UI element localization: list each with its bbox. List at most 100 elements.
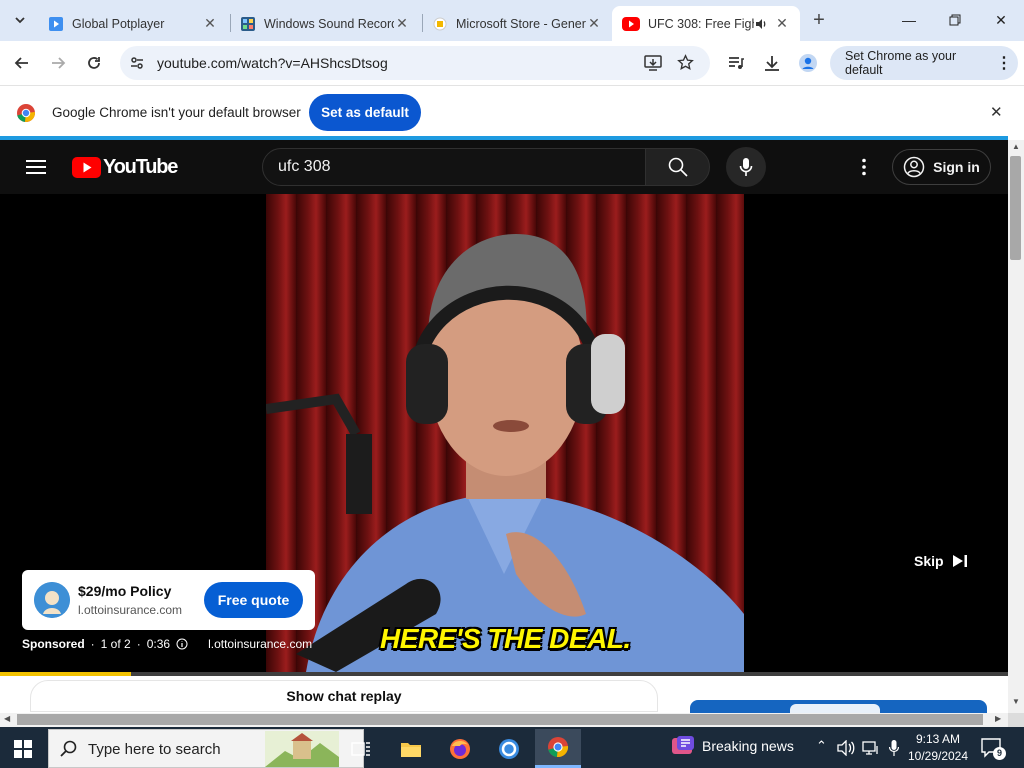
free-quote-button[interactable]: Free quote (204, 582, 303, 618)
more-options-icon[interactable] (861, 158, 867, 176)
news-icon (672, 736, 694, 754)
tab-title: Global Potplayer (72, 16, 165, 31)
chevron-down-icon (15, 17, 25, 24)
tab-search-button[interactable] (6, 6, 34, 34)
advertiser-link[interactable]: l.ottoinsurance.com (208, 637, 312, 651)
more-vert-icon[interactable]: ⋮ (996, 53, 1012, 73)
notification-center-button[interactable]: 9 (980, 736, 1006, 762)
chrome-logo-icon (17, 104, 35, 122)
close-window-button[interactable]: ✕ (978, 0, 1024, 40)
sign-in-label: Sign in (933, 159, 980, 175)
skip-ad-button[interactable]: Skip (914, 553, 968, 569)
address-bar[interactable]: youtube.com/watch?v=AHShcsDtsog (120, 46, 710, 80)
search-icon (668, 157, 688, 177)
site-settings-icon[interactable] (129, 55, 145, 71)
youtube-icon (622, 16, 640, 31)
microphone-in-use-icon[interactable] (889, 740, 899, 756)
tab-microsoft-store[interactable]: Microsoft Store - Generic ✕ (422, 6, 612, 41)
video-frame (266, 194, 744, 672)
task-view-icon (351, 741, 370, 756)
tab-global-potplayer[interactable]: Global Potplayer ✕ (38, 6, 228, 41)
profile-button[interactable] (794, 49, 822, 77)
tab-ufc-308[interactable]: UFC 308: Free Fight ✕ (612, 6, 800, 41)
close-tab-icon[interactable]: ✕ (394, 15, 410, 32)
menu-icon[interactable] (26, 159, 46, 175)
taskbar-search-box[interactable]: Type here to search (48, 729, 364, 768)
sidebar-ad-banner[interactable] (690, 700, 987, 714)
video-player-icon (49, 16, 63, 31)
tab-strip: Global Potplayer ✕ Windows Sound Recorde… (0, 0, 1024, 41)
scroll-right-arrow-icon[interactable]: ▶ (995, 714, 1001, 723)
news-label: Breaking news (702, 738, 794, 754)
back-arrow-icon (14, 57, 28, 69)
download-icon (765, 56, 779, 71)
youtube-logo-text: YouTube (103, 156, 178, 178)
downloads-button[interactable] (758, 49, 786, 77)
cortana-app-button[interactable] (486, 729, 532, 768)
scroll-down-arrow-icon[interactable]: ▼ (1012, 697, 1020, 706)
install-app-icon[interactable] (644, 55, 662, 71)
task-view-button[interactable] (338, 729, 384, 768)
back-button[interactable] (8, 49, 36, 77)
media-controls-button[interactable] (722, 49, 750, 77)
close-tab-icon[interactable]: ✕ (586, 15, 602, 32)
taskbar-clock[interactable]: 9:13 AM 10/29/2024 (905, 731, 971, 765)
voice-search-button[interactable] (726, 147, 766, 187)
video-caption: HERE'S THE DEAL. (380, 623, 631, 654)
notification-count: 9 (993, 747, 1006, 760)
tab-title: Microsoft Store - Generic (456, 16, 586, 31)
media-queue-icon (729, 57, 744, 69)
tab-windows-sound-recorder[interactable]: Windows Sound Recorder ✕ (230, 6, 420, 41)
ad-card[interactable]: $29/mo Policy l.ottoinsurance.com Free q… (22, 570, 315, 630)
scroll-left-arrow-icon[interactable]: ◀ (4, 714, 10, 723)
start-button[interactable] (0, 729, 46, 768)
search-highlight-illustration-icon (265, 731, 339, 767)
ad-position: 1 of 2 (100, 637, 131, 651)
youtube-logo[interactable]: YouTube (72, 156, 178, 179)
clock-time: 9:13 AM (915, 732, 961, 746)
restore-button[interactable] (932, 0, 978, 40)
sign-in-button[interactable]: Sign in (892, 149, 991, 185)
forward-button[interactable] (44, 49, 72, 77)
chrome-icon (548, 737, 569, 758)
microphone-icon (739, 158, 753, 176)
network-icon[interactable] (862, 740, 880, 756)
scroll-up-arrow-icon[interactable]: ▲ (1012, 142, 1020, 151)
ad-title: $29/mo Policy (78, 583, 172, 599)
file-explorer-button[interactable] (388, 729, 434, 768)
speaker-icon[interactable] (754, 17, 768, 31)
close-tab-icon[interactable]: ✕ (774, 15, 790, 32)
show-chat-replay-button[interactable]: Show chat replay (30, 680, 658, 712)
close-tab-icon[interactable]: ✕ (202, 15, 218, 32)
close-infobar-icon[interactable]: ✕ (990, 103, 1003, 121)
vertical-scroll-thumb[interactable] (1010, 156, 1021, 260)
chrome-taskbar-button[interactable] (535, 729, 581, 768)
youtube-play-logo-icon (72, 157, 101, 178)
firefox-button[interactable] (437, 729, 483, 768)
news-widget[interactable]: Breaking news (672, 736, 794, 756)
tab-title: UFC 308: Free Fight (648, 16, 754, 31)
ad-time: 0:36 (146, 637, 171, 651)
youtube-search-button[interactable] (645, 148, 710, 186)
chip-label: Set Chrome as your default (845, 49, 957, 77)
reload-icon (88, 57, 100, 69)
separator: · (90, 637, 95, 651)
scrollbar-corner (1008, 713, 1024, 727)
search-icon (60, 740, 77, 757)
horizontal-scroll-thumb[interactable] (17, 714, 983, 725)
set-as-default-button[interactable]: Set as default (309, 94, 421, 131)
youtube-search-input[interactable]: ufc 308 (262, 148, 646, 186)
show-hidden-icons-icon[interactable]: ⌃ (816, 738, 827, 754)
infobar-message: Google Chrome isn't your default browser (52, 105, 301, 120)
close-icon: ✕ (995, 11, 1007, 28)
info-icon[interactable] (176, 638, 188, 650)
new-tab-button[interactable]: + (805, 6, 833, 34)
reload-button[interactable] (80, 49, 108, 77)
bookmark-star-icon[interactable] (677, 54, 694, 71)
windows-app-icon (241, 16, 255, 31)
minimize-icon: — (902, 12, 916, 28)
minimize-button[interactable]: — (886, 0, 932, 40)
firefox-icon (450, 738, 470, 759)
set-chrome-default-chip[interactable]: Set Chrome as your default ⋮ (830, 46, 1018, 80)
volume-icon[interactable] (837, 740, 855, 756)
